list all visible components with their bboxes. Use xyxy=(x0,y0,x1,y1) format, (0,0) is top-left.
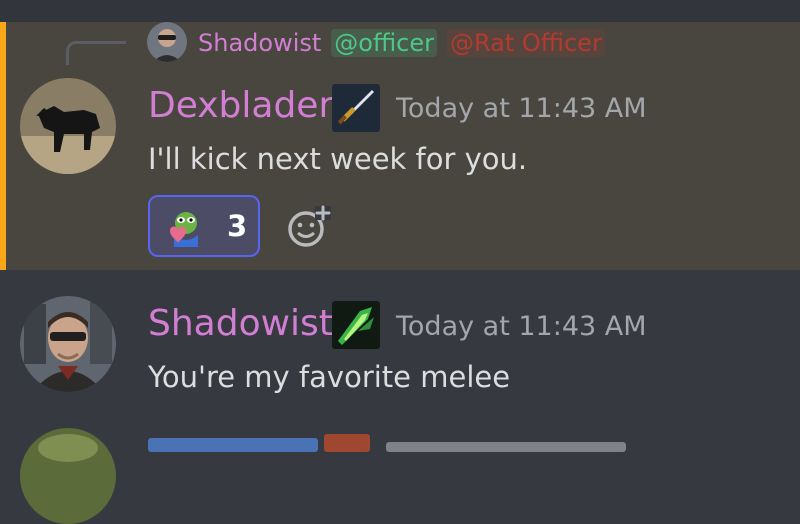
add-reaction-icon[interactable] xyxy=(287,204,331,248)
reply-avatar[interactable] xyxy=(147,22,187,62)
message-timestamp[interactable]: Today at 11:43 AM xyxy=(396,313,647,340)
previous-message-area xyxy=(0,0,800,22)
next-message-avatar[interactable] xyxy=(20,428,116,524)
green-blade-badge-icon xyxy=(332,301,380,349)
sword-badge-icon xyxy=(332,84,380,132)
message-content: I'll kick next week for you. xyxy=(148,142,528,176)
shadowist-avatar[interactable] xyxy=(20,296,116,392)
message-content: You're my favorite melee xyxy=(148,360,511,394)
next-message-timestamp[interactable] xyxy=(386,442,626,452)
dexblader-avatar[interactable] xyxy=(20,78,116,174)
rat-officer-mention[interactable]: @Rat Officer xyxy=(447,29,605,57)
reply-spine xyxy=(66,41,126,65)
officer-mention[interactable]: @officer xyxy=(331,29,437,57)
mention-highlight-bar xyxy=(0,22,6,270)
next-message-badge-icon xyxy=(324,434,370,452)
author-name[interactable]: Shadowist xyxy=(148,306,333,342)
author-name[interactable]: Dexblader xyxy=(148,88,333,124)
reply-author[interactable]: Shadowist xyxy=(198,29,321,57)
reply-preview[interactable]: Shadowist @officer @Rat Officer xyxy=(198,22,605,64)
message-timestamp[interactable]: Today at 11:43 AM xyxy=(396,95,647,122)
pepe-heart-emoji-icon xyxy=(164,207,210,251)
reaction-count: 3 xyxy=(227,209,248,243)
reaction-button[interactable]: 3 xyxy=(148,195,260,257)
